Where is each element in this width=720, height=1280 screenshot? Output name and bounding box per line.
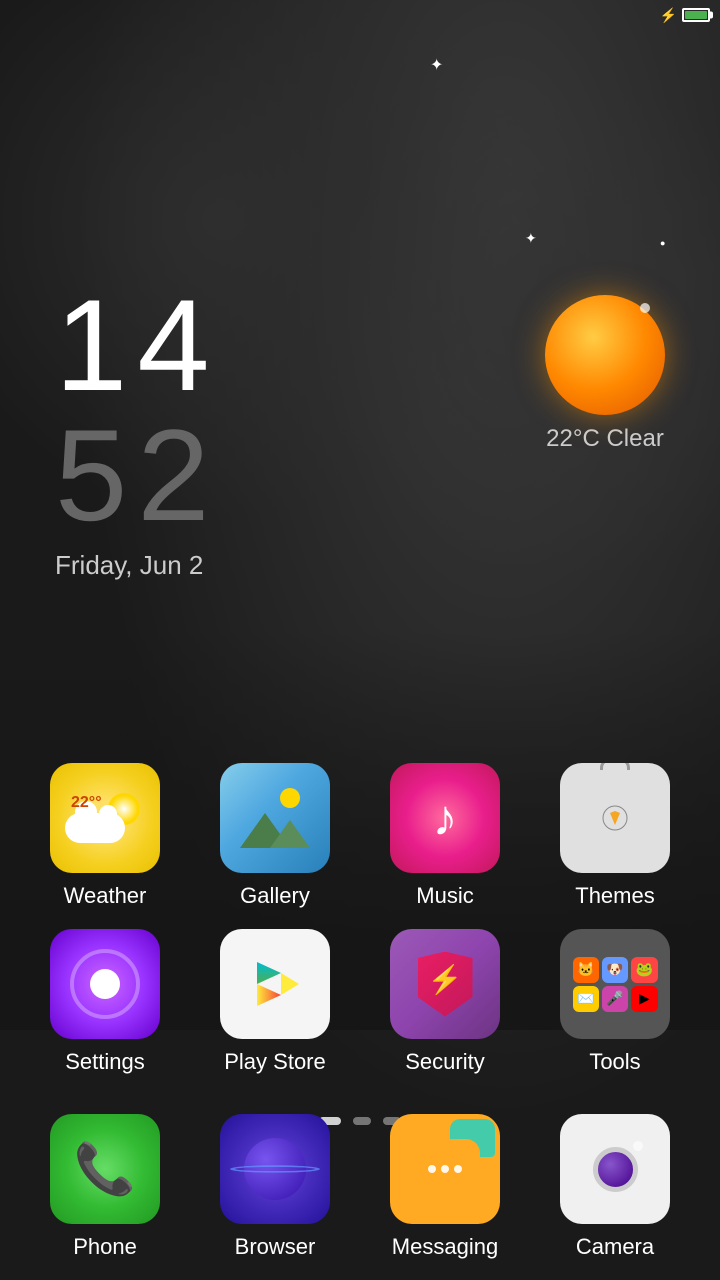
- dock-messaging[interactable]: Messaging: [373, 1114, 518, 1260]
- app-weather[interactable]: 22°° Weather: [33, 763, 178, 909]
- battery-fill: [685, 11, 707, 19]
- app-settings[interactable]: Settings: [33, 929, 178, 1075]
- messaging-app-label: Messaging: [392, 1234, 498, 1260]
- shirt-body: [585, 793, 645, 843]
- app-security[interactable]: ⚡ Security: [373, 929, 518, 1075]
- dock-camera[interactable]: Camera: [543, 1114, 688, 1260]
- tool-cell-4: ✉️: [573, 986, 599, 1012]
- weather-app-icon: 22°°: [50, 763, 160, 873]
- weather-app-label: Weather: [64, 883, 147, 909]
- charging-icon: ⚡: [660, 7, 677, 24]
- themes-app-label: Themes: [575, 883, 654, 909]
- settings-app-label: Settings: [65, 1049, 145, 1075]
- app-row-1: 22°° Weather Gallery ♪ Music: [20, 763, 700, 909]
- security-shield-graphic: ⚡: [418, 952, 473, 1017]
- tool-cell-1: 🐱: [573, 957, 599, 983]
- gallery-mountain2: [270, 820, 310, 848]
- clock-section: 14 52 Friday, Jun 2: [55, 280, 220, 581]
- playstore-app-icon: [220, 929, 330, 1039]
- status-bar: ⚡: [600, 0, 720, 30]
- dock-browser[interactable]: Browser: [203, 1114, 348, 1260]
- star-3: ●: [660, 238, 665, 248]
- browser-app-label: Browser: [235, 1234, 316, 1260]
- shield-bolt-icon: ⚡: [428, 963, 463, 996]
- settings-app-icon: [50, 929, 160, 1039]
- music-note-icon: ♪: [433, 789, 458, 847]
- playstore-triangle-svg: [245, 954, 305, 1014]
- weather-sun-icon: [545, 295, 665, 415]
- phone-app-icon: 📞: [50, 1114, 160, 1224]
- gallery-app-icon: [220, 763, 330, 873]
- weather-temp-label: 22°°: [71, 794, 102, 812]
- app-playstore[interactable]: Play Store: [203, 929, 348, 1075]
- msg-dot-1: [428, 1165, 436, 1173]
- messaging-orange-bubble: [410, 1139, 480, 1199]
- music-app-icon: ♪: [390, 763, 500, 873]
- shirt-sleeve-left: [565, 786, 589, 810]
- phone-app-label: Phone: [73, 1234, 137, 1260]
- star-2: ✦: [525, 230, 537, 247]
- camera-shine: [633, 1141, 643, 1151]
- security-app-label: Security: [405, 1049, 484, 1075]
- clock-minute: 52: [55, 410, 220, 540]
- playstore-app-label: Play Store: [224, 1049, 326, 1075]
- playstore-inner: [235, 944, 315, 1024]
- msg-dot-2: [441, 1165, 449, 1173]
- tools-grid-graphic: 🐱 🐶 🐸 ✉️ 🎤 ▶: [573, 957, 658, 1012]
- weather-widget[interactable]: 22°C Clear: [545, 295, 665, 453]
- tools-app-label: Tools: [589, 1049, 640, 1075]
- camera-lens: [593, 1147, 638, 1192]
- weather-cloud-shape: [65, 813, 125, 843]
- browser-planet-ring: [230, 1165, 320, 1173]
- dock-row: 📞 Phone Browser: [20, 1114, 700, 1260]
- security-app-icon: ⚡: [390, 929, 500, 1039]
- weather-cloud-graphic: 22°°: [65, 788, 145, 848]
- settings-circle-graphic: [65, 944, 145, 1024]
- star-1: ✦: [430, 55, 443, 75]
- gallery-graphic: [235, 778, 315, 858]
- shirt-hanger: [600, 763, 630, 770]
- tool-cell-2: 🐶: [602, 957, 628, 983]
- msg-dot-3: [454, 1165, 462, 1173]
- tools-app-icon: 🐱 🐶 🐸 ✉️ 🎤 ▶: [560, 929, 670, 1039]
- gallery-app-label: Gallery: [240, 883, 310, 909]
- weather-label: 22°C Clear: [546, 425, 664, 453]
- app-grid: 22°° Weather Gallery ♪ Music: [0, 763, 720, 1095]
- shirt-logo-svg: [600, 803, 630, 833]
- clock-date: Friday, Jun 2: [55, 550, 220, 581]
- battery-icon: [682, 8, 710, 22]
- gallery-sun: [280, 788, 300, 808]
- shirt-sleeve-right: [641, 786, 665, 810]
- tool-cell-3: 🐸: [631, 957, 657, 983]
- music-app-label: Music: [416, 883, 473, 909]
- dock: 📞 Phone Browser: [0, 1114, 720, 1260]
- phone-phone-icon: 📞: [74, 1140, 136, 1199]
- browser-app-icon: [220, 1114, 330, 1224]
- messaging-app-icon: [390, 1114, 500, 1224]
- messaging-dots: [428, 1165, 462, 1173]
- themes-shirt-graphic: [575, 778, 655, 858]
- messaging-graphic: [405, 1129, 485, 1209]
- tool-cell-5: 🎤: [602, 986, 628, 1012]
- app-row-2: Settings: [20, 929, 700, 1075]
- themes-app-icon: [560, 763, 670, 873]
- camera-app-icon: [560, 1114, 670, 1224]
- dock-phone[interactable]: 📞 Phone: [33, 1114, 178, 1260]
- app-gallery[interactable]: Gallery: [203, 763, 348, 909]
- app-tools[interactable]: 🐱 🐶 🐸 ✉️ 🎤 ▶ Tools: [543, 929, 688, 1075]
- tool-cell-6: ▶: [631, 986, 657, 1012]
- app-music[interactable]: ♪ Music: [373, 763, 518, 909]
- app-themes[interactable]: Themes: [543, 763, 688, 909]
- settings-inner-circle: [90, 969, 120, 999]
- shirt-collar: [604, 781, 626, 793]
- camera-app-label: Camera: [576, 1234, 654, 1260]
- browser-planet-graphic: [235, 1129, 315, 1209]
- clock-hour: 14: [55, 280, 220, 410]
- camera-outer-ring: [575, 1129, 655, 1209]
